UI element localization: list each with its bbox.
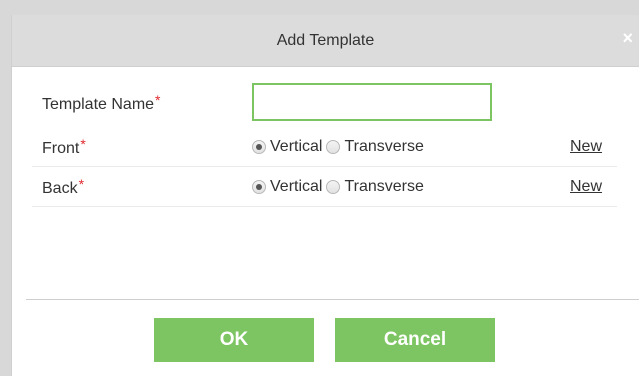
front-vertical-label[interactable]: Vertical (270, 138, 322, 156)
back-vertical-label[interactable]: Vertical (270, 178, 322, 196)
front-orientation-group: Vertical Transverse (252, 138, 424, 156)
front-transverse-radio[interactable] (326, 139, 341, 154)
ok-button[interactable]: OK (154, 318, 314, 362)
close-icon[interactable]: × (622, 29, 633, 47)
front-label: Front* (42, 135, 86, 157)
front-row: Front* Vertical Transverse New (32, 127, 617, 167)
required-marker: * (78, 175, 85, 192)
front-vertical-radio[interactable] (252, 139, 266, 154)
back-new-link[interactable]: New (570, 178, 602, 196)
front-new-link[interactable]: New (570, 138, 602, 156)
required-marker: * (155, 92, 161, 108)
footer-divider (26, 299, 639, 300)
required-marker: * (80, 135, 86, 152)
template-name-label: Template Name* (42, 92, 161, 113)
back-vertical-radio[interactable] (252, 179, 266, 194)
back-transverse-label[interactable]: Transverse (344, 178, 423, 196)
front-transverse-label[interactable]: Transverse (344, 138, 423, 156)
back-row: Back* Vertical Transverse New (32, 167, 617, 207)
add-template-dialog: Add Template × Template Name* Front* Ver… (11, 15, 639, 376)
dialog-title: Add Template (276, 32, 375, 49)
dialog-titlebar: Add Template × (12, 15, 639, 67)
template-name-input[interactable] (252, 83, 492, 121)
back-orientation-group: Vertical Transverse (252, 178, 424, 196)
cancel-button[interactable]: Cancel (335, 318, 495, 362)
back-label: Back* (42, 175, 85, 197)
back-transverse-radio[interactable] (326, 179, 341, 194)
